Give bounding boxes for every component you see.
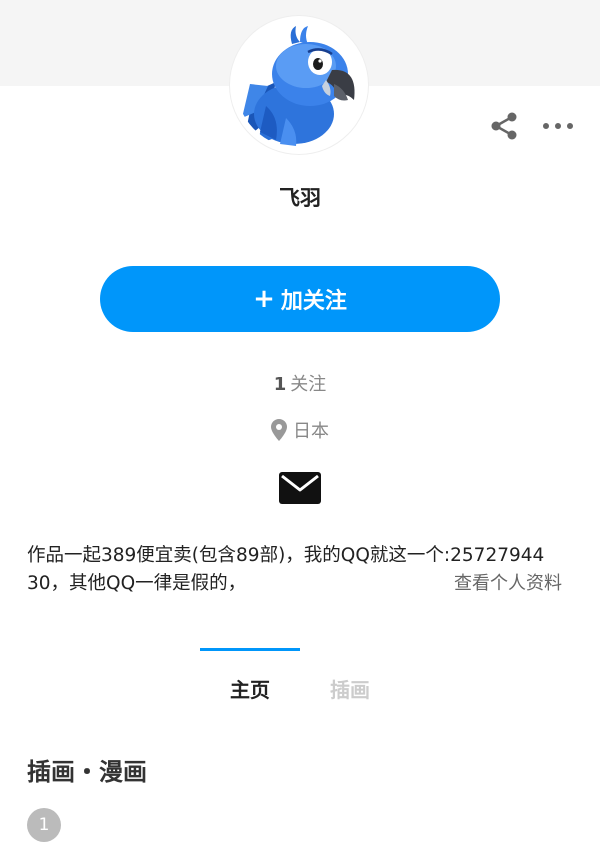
- blue-parrot-avatar-icon: [236, 22, 362, 148]
- following-stat[interactable]: 1 关注: [0, 370, 600, 396]
- active-tab-indicator: [200, 648, 300, 651]
- section-title: 插画・漫画: [27, 758, 147, 786]
- bio-line: 作品一起389便宜卖(包含89部)，我的QQ就这一个:25727944: [27, 545, 545, 566]
- plus-icon: +: [253, 284, 275, 314]
- count-badge: 1: [27, 808, 61, 842]
- share-icon[interactable]: [488, 110, 520, 142]
- location-text: 日本: [293, 421, 329, 442]
- location-pin-icon: [271, 419, 287, 441]
- follow-button-label: 加关注: [280, 289, 347, 314]
- following-count: 1: [273, 374, 287, 395]
- following-label: 关注: [290, 374, 327, 395]
- follow-button[interactable]: + 加关注: [100, 266, 500, 332]
- more-horizontal-icon[interactable]: [540, 110, 576, 142]
- location: 日本: [0, 417, 600, 443]
- tab-illustrations[interactable]: 插画: [300, 674, 400, 703]
- tab-home[interactable]: 主页: [200, 674, 300, 703]
- avatar[interactable]: [230, 16, 368, 154]
- view-profile-link[interactable]: 查看个人资料: [454, 570, 562, 598]
- mail-icon[interactable]: [279, 472, 321, 504]
- username: 飞羽: [279, 186, 321, 210]
